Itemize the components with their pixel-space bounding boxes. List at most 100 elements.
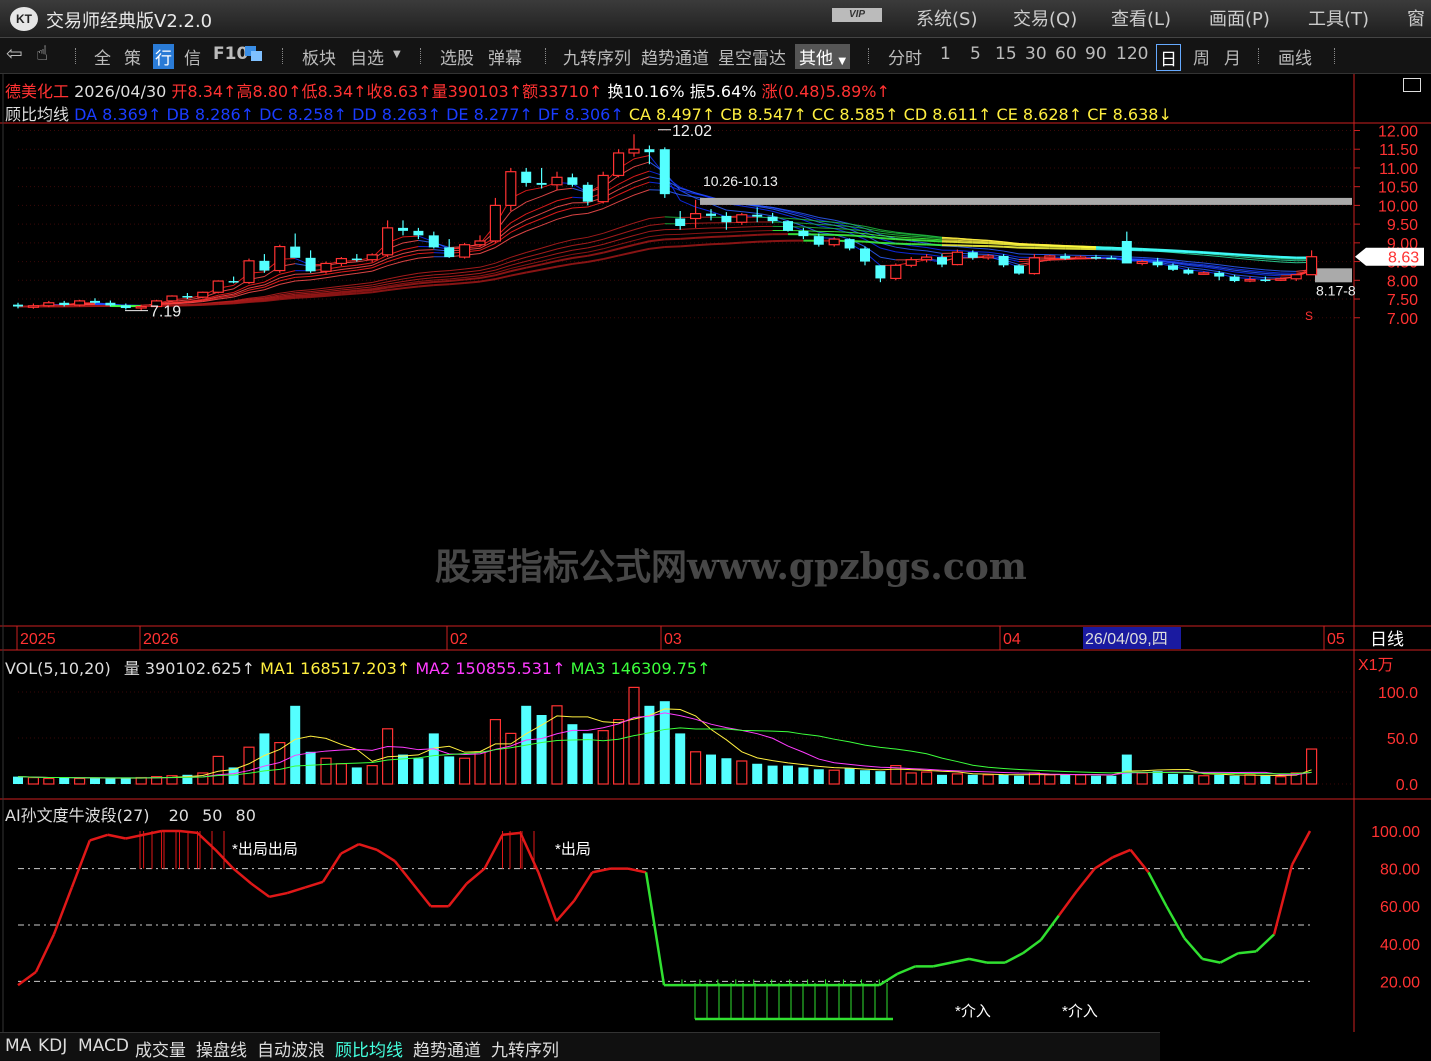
volume-bar-down bbox=[967, 774, 978, 784]
toolbar-trend-channel[interactable]: 趋势通道 bbox=[641, 44, 709, 69]
menu-window[interactable]: 窗 bbox=[1407, 5, 1425, 31]
tab-volume[interactable]: 成交量 bbox=[135, 1036, 186, 1061]
period-month[interactable]: 月 bbox=[1224, 44, 1241, 69]
period-15min[interactable]: 15 bbox=[995, 44, 1017, 64]
toolbar-watchlist[interactable]: 自选 bbox=[350, 44, 384, 69]
guppy-name[interactable]: 顾比均线 bbox=[5, 105, 69, 124]
candle-body-up bbox=[335, 257, 347, 265]
guppy-ema-segment bbox=[680, 194, 696, 198]
guppy-ema-segment bbox=[356, 270, 373, 274]
menu-system[interactable]: 系统(S) bbox=[916, 5, 977, 31]
guppy-ema-segment bbox=[741, 240, 758, 244]
candle-body-up bbox=[1074, 256, 1087, 260]
period-week[interactable]: 周 bbox=[1193, 44, 1210, 69]
tab-guppy[interactable]: 顾比均线 bbox=[335, 1036, 403, 1061]
period-intraday[interactable]: 分时 bbox=[888, 44, 922, 69]
tab-kdj[interactable]: KDJ bbox=[38, 1036, 67, 1056]
guppy-ema-segment bbox=[587, 248, 604, 253]
toolbar-strategy[interactable]: 策 bbox=[124, 44, 141, 69]
tab-trend-channel[interactable]: 趋势通道 bbox=[413, 1036, 481, 1061]
candle-body-down bbox=[59, 302, 70, 306]
guppy-ema-segment bbox=[603, 244, 619, 250]
volume-bar-up bbox=[1044, 774, 1056, 785]
tab-nine-turn[interactable]: 九转序列 bbox=[491, 1036, 559, 1061]
guppy-ema-segment bbox=[911, 245, 927, 248]
chevron-down-icon[interactable]: ▼ bbox=[393, 49, 401, 60]
indicator-info-line: AI孙文度牛波段(27) 20 50 80 bbox=[5, 802, 256, 826]
volume-bar-down bbox=[305, 751, 316, 784]
period-1min[interactable]: 1 bbox=[940, 44, 951, 64]
tab-auto-wave[interactable]: 自动波浪 bbox=[257, 1036, 325, 1061]
guppy-ema-segment bbox=[418, 280, 434, 285]
toolbar-screener[interactable]: 选股 bbox=[440, 44, 474, 69]
guppy-ema-segment bbox=[279, 280, 296, 285]
guppy-ema-segment bbox=[572, 212, 588, 216]
indicator-segment bbox=[1165, 905, 1186, 939]
volume-name[interactable]: VOL(5,10,20) bbox=[5, 659, 111, 678]
toolbar-sector[interactable]: 板块 bbox=[302, 44, 336, 69]
toolbar-danmaku[interactable]: 弹幕 bbox=[488, 44, 522, 69]
candle-body-up bbox=[1136, 260, 1148, 265]
guppy-ema-segment bbox=[541, 260, 558, 266]
candle-body-down bbox=[305, 257, 316, 272]
period-120min[interactable]: 120 bbox=[1116, 44, 1148, 64]
guppy-ema-segment bbox=[587, 258, 604, 263]
guppy-ema-segment bbox=[603, 227, 619, 234]
panel-toggle-icon[interactable] bbox=[1403, 78, 1421, 92]
hand-pointer-icon[interactable]: ☝ bbox=[36, 41, 48, 65]
volume-bar-down bbox=[444, 756, 455, 784]
indicator-name[interactable]: AI孙文度牛波段(27) bbox=[5, 806, 150, 825]
toolbar-nine-turn[interactable]: 九转序列 bbox=[563, 44, 631, 69]
menu-tools[interactable]: 工具(T) bbox=[1308, 5, 1369, 31]
vip-badge[interactable]: VIP bbox=[832, 8, 882, 22]
guppy-ema-segment bbox=[526, 252, 542, 258]
windows-icon[interactable] bbox=[245, 46, 263, 62]
indicator-segment bbox=[968, 957, 988, 964]
menu-screen[interactable]: 画面(P) bbox=[1209, 5, 1270, 31]
indicator-segment bbox=[1022, 939, 1042, 955]
guppy-ema-segment bbox=[449, 274, 465, 278]
toolbar-quote[interactable]: 行 bbox=[153, 44, 174, 69]
back-arrow-icon[interactable]: ⇦ bbox=[6, 41, 23, 65]
indicator-segment bbox=[70, 839, 91, 888]
period-day[interactable]: 日 bbox=[1156, 44, 1181, 71]
guppy-ema-segment bbox=[1049, 254, 1066, 256]
guppy-ema-segment bbox=[741, 233, 758, 237]
volume-bar-down bbox=[1214, 774, 1225, 784]
guppy-ema-segment bbox=[1265, 255, 1281, 258]
period-5min[interactable]: 5 bbox=[970, 44, 981, 64]
toolbar-star-radar[interactable]: 星空雷达 bbox=[718, 44, 786, 69]
volume-ma3: MA3 146309.75↑ bbox=[570, 659, 711, 678]
indicator-tabs: MA KDJ MACD 成交量 操盘线 自动波浪 顾比均线 趋势通道 九转序列 bbox=[0, 1032, 1160, 1061]
chevron-down-icon: ▼ bbox=[838, 56, 847, 67]
candle-body-up bbox=[628, 148, 640, 154]
period-90min[interactable]: 90 bbox=[1085, 44, 1107, 64]
guppy-ema-segment bbox=[1188, 267, 1204, 270]
guppy-ema-segment bbox=[926, 246, 943, 251]
guppy-ema-segment bbox=[1172, 250, 1189, 254]
volume-bar-down bbox=[721, 758, 732, 784]
guppy-ema-segment bbox=[572, 247, 588, 251]
guppy-ema-segment bbox=[341, 264, 357, 268]
guppy-ema-segment bbox=[433, 276, 450, 279]
stock-name[interactable]: 德美化工 bbox=[5, 82, 69, 101]
guppy-ema-segment bbox=[233, 301, 250, 305]
menu-trade[interactable]: 交易(Q) bbox=[1013, 5, 1077, 31]
candle-body-up bbox=[505, 171, 517, 207]
guppy-ema-segment bbox=[464, 280, 481, 284]
toolbar-info[interactable]: 信 bbox=[184, 44, 201, 69]
toolbar-other-dropdown[interactable]: 其他 ▼ bbox=[795, 44, 851, 69]
tab-ma[interactable]: MA bbox=[5, 1036, 31, 1056]
toolbar-f10[interactable]: F10 bbox=[213, 44, 248, 64]
toolbar-all[interactable]: 全 bbox=[94, 44, 111, 69]
guppy-ema-segment bbox=[618, 229, 635, 235]
toolbar-draw-line[interactable]: 画线 bbox=[1278, 44, 1312, 69]
volume-bar-up bbox=[736, 760, 748, 785]
tab-trading-line[interactable]: 操盘线 bbox=[196, 1036, 247, 1061]
tab-macd[interactable]: MACD bbox=[78, 1036, 129, 1056]
period-60min[interactable]: 60 bbox=[1055, 44, 1077, 64]
menu-view[interactable]: 查看(L) bbox=[1111, 5, 1171, 31]
period-30min[interactable]: 30 bbox=[1025, 44, 1047, 64]
price-tick-label: 11.00 bbox=[1379, 161, 1418, 178]
guppy-ema-segment bbox=[741, 211, 758, 214]
